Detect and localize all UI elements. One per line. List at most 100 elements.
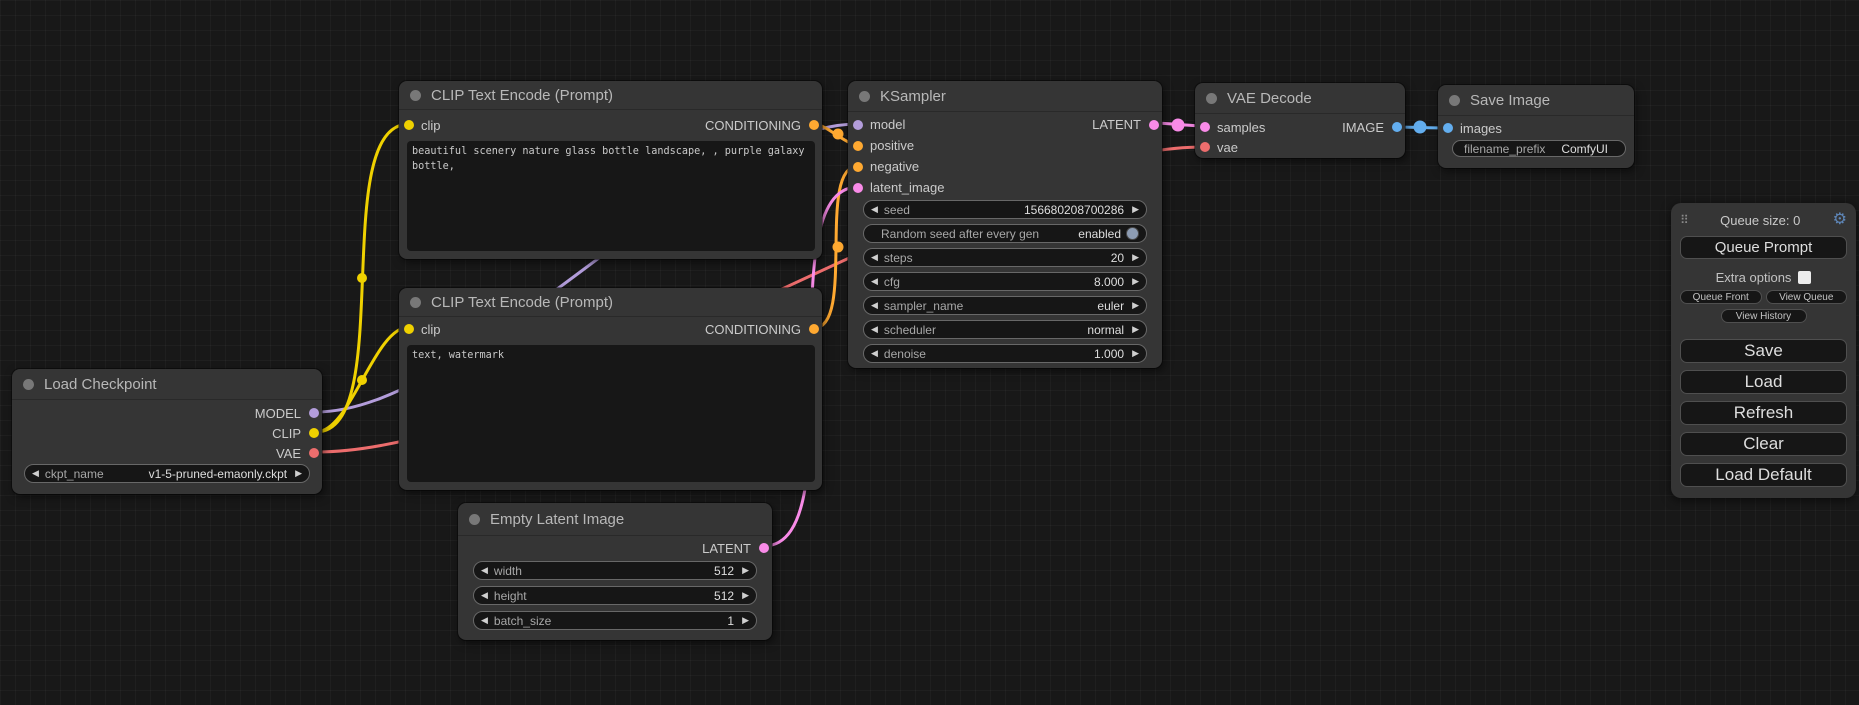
- collapse-dot-icon[interactable]: [23, 379, 34, 390]
- input-port-clip[interactable]: [404, 324, 414, 334]
- port-label-negative: negative: [870, 159, 919, 174]
- node-title-bar[interactable]: Load Checkpoint: [12, 369, 322, 400]
- node-clip-text-encode-positive[interactable]: CLIP Text Encode (Prompt) clip CONDITION…: [399, 81, 822, 259]
- arrow-left-icon[interactable]: ◀: [871, 325, 878, 334]
- arrow-right-icon[interactable]: ▶: [1132, 253, 1139, 262]
- arrow-left-icon[interactable]: ◀: [481, 616, 488, 625]
- arrow-left-icon[interactable]: ◀: [871, 277, 878, 286]
- input-port-negative[interactable]: [853, 162, 863, 172]
- prompt-text-area[interactable]: beautiful scenery nature glass bottle la…: [407, 141, 815, 251]
- output-port-conditioning[interactable]: [809, 324, 819, 334]
- input-port-positive[interactable]: [853, 141, 863, 151]
- widget-seed-control[interactable]: Random seed after every gen enabled: [863, 224, 1147, 243]
- arrow-right-icon[interactable]: ▶: [742, 566, 749, 575]
- widget-filename-prefix[interactable]: filename_prefix ComfyUI: [1452, 140, 1626, 157]
- collapse-dot-icon[interactable]: [1206, 93, 1217, 104]
- arrow-right-icon[interactable]: ▶: [1132, 277, 1139, 286]
- node-title: Save Image: [1470, 92, 1550, 109]
- arrow-left-icon[interactable]: ◀: [481, 591, 488, 600]
- widget-cfg[interactable]: ◀ cfg 8.000 ▶: [863, 272, 1147, 291]
- arrow-right-icon[interactable]: ▶: [1132, 205, 1139, 214]
- output-port-vae[interactable]: [309, 448, 319, 458]
- widget-ckpt-name[interactable]: ◀ ckpt_name v1-5-pruned-emaonly.ckpt ▶: [24, 464, 310, 483]
- input-port-samples[interactable]: [1200, 122, 1210, 132]
- input-port-model[interactable]: [853, 120, 863, 130]
- input-port-clip[interactable]: [404, 120, 414, 130]
- arrow-right-icon[interactable]: ▶: [1132, 301, 1139, 310]
- node-title-bar[interactable]: Save Image: [1438, 85, 1634, 116]
- node-empty-latent-image[interactable]: Empty Latent Image LATENT ◀ width 512 ▶ …: [458, 503, 772, 640]
- output-port-latent[interactable]: [1149, 120, 1159, 130]
- widget-denoise[interactable]: ◀ denoise 1.000 ▶: [863, 344, 1147, 363]
- arrow-right-icon[interactable]: ▶: [1132, 325, 1139, 334]
- queue-prompt-button[interactable]: Queue Prompt: [1680, 236, 1847, 259]
- arrow-left-icon[interactable]: ◀: [871, 301, 878, 310]
- widget-width[interactable]: ◀ width 512 ▶: [473, 561, 757, 580]
- arrow-right-icon[interactable]: ▶: [295, 469, 302, 478]
- link-midpoint-dot: [357, 273, 367, 283]
- node-save-image[interactable]: Save Image images filename_prefix ComfyU…: [1438, 85, 1634, 168]
- arrow-left-icon[interactable]: ◀: [32, 469, 39, 478]
- widget-scheduler[interactable]: ◀ scheduler normal ▶: [863, 320, 1147, 339]
- refresh-button[interactable]: Refresh: [1680, 401, 1847, 425]
- port-label-clip: clip: [421, 322, 441, 337]
- arrow-right-icon[interactable]: ▶: [1132, 349, 1139, 358]
- widget-height[interactable]: ◀ height 512 ▶: [473, 586, 757, 605]
- port-label-image: IMAGE: [1342, 120, 1384, 135]
- output-port-conditioning[interactable]: [809, 120, 819, 130]
- widget-batch-size[interactable]: ◀ batch_size 1 ▶: [473, 611, 757, 630]
- extra-options-label: Extra options: [1716, 270, 1792, 285]
- settings-gear-icon[interactable]: ⚙: [1833, 212, 1847, 228]
- queue-front-button[interactable]: Queue Front: [1680, 290, 1762, 304]
- widget-steps[interactable]: ◀ steps 20 ▶: [863, 248, 1147, 267]
- toggle-enabled-icon[interactable]: [1126, 227, 1139, 240]
- collapse-dot-icon[interactable]: [859, 91, 870, 102]
- extra-options-checkbox[interactable]: [1798, 271, 1811, 284]
- input-port-latent-image[interactable]: [853, 183, 863, 193]
- node-title: VAE Decode: [1227, 90, 1312, 107]
- node-title-bar[interactable]: KSampler: [848, 81, 1162, 112]
- node-clip-text-encode-negative[interactable]: CLIP Text Encode (Prompt) clip CONDITION…: [399, 288, 822, 490]
- arrow-right-icon[interactable]: ▶: [742, 616, 749, 625]
- output-port-image[interactable]: [1392, 122, 1402, 132]
- load-default-button[interactable]: Load Default: [1680, 463, 1847, 487]
- drag-handle-icon[interactable]: ⠿: [1680, 213, 1688, 227]
- collapse-dot-icon[interactable]: [1449, 95, 1460, 106]
- load-button[interactable]: Load: [1680, 370, 1847, 394]
- arrow-right-icon[interactable]: ▶: [742, 591, 749, 600]
- node-load-checkpoint[interactable]: Load Checkpoint MODEL CLIP VAE ◀ ckpt_na…: [12, 369, 322, 494]
- collapse-dot-icon[interactable]: [410, 297, 421, 308]
- node-title-bar[interactable]: CLIP Text Encode (Prompt): [399, 81, 822, 110]
- link-midpoint-dot: [833, 242, 844, 253]
- port-label-clip: clip: [421, 118, 441, 133]
- collapse-dot-icon[interactable]: [469, 514, 480, 525]
- port-label-vae: vae: [1217, 140, 1238, 155]
- output-port-model[interactable]: [309, 408, 319, 418]
- widget-seed[interactable]: ◀ seed 156680208700286 ▶: [863, 200, 1147, 219]
- port-label-model: model: [870, 117, 905, 132]
- arrow-left-icon[interactable]: ◀: [871, 253, 878, 262]
- view-queue-button[interactable]: View Queue: [1766, 290, 1848, 304]
- node-vae-decode[interactable]: VAE Decode samples IMAGE vae: [1195, 83, 1405, 158]
- arrow-left-icon[interactable]: ◀: [871, 205, 878, 214]
- collapse-dot-icon[interactable]: [410, 90, 421, 101]
- queue-panel: ⠿ Queue size: 0 ⚙ Queue Prompt Extra opt…: [1671, 203, 1856, 498]
- arrow-left-icon[interactable]: ◀: [481, 566, 488, 575]
- clear-button[interactable]: Clear: [1680, 432, 1847, 456]
- link-midpoint-dot: [833, 129, 844, 140]
- node-title-bar[interactable]: CLIP Text Encode (Prompt): [399, 288, 822, 317]
- port-label-model: MODEL: [255, 406, 301, 421]
- input-port-vae[interactable]: [1200, 142, 1210, 152]
- output-port-clip[interactable]: [309, 428, 319, 438]
- node-title-bar[interactable]: Empty Latent Image: [458, 503, 772, 536]
- arrow-left-icon[interactable]: ◀: [871, 349, 878, 358]
- widget-sampler-name[interactable]: ◀ sampler_name euler ▶: [863, 296, 1147, 315]
- view-history-button[interactable]: View History: [1721, 309, 1807, 323]
- prompt-text-area[interactable]: text, watermark: [407, 345, 815, 482]
- port-label-latent: LATENT: [1092, 117, 1141, 132]
- node-title-bar[interactable]: VAE Decode: [1195, 83, 1405, 114]
- input-port-images[interactable]: [1443, 123, 1453, 133]
- output-port-latent[interactable]: [759, 543, 769, 553]
- node-ksampler[interactable]: KSampler model LATENT positive negative …: [848, 81, 1162, 368]
- save-button[interactable]: Save: [1680, 339, 1847, 363]
